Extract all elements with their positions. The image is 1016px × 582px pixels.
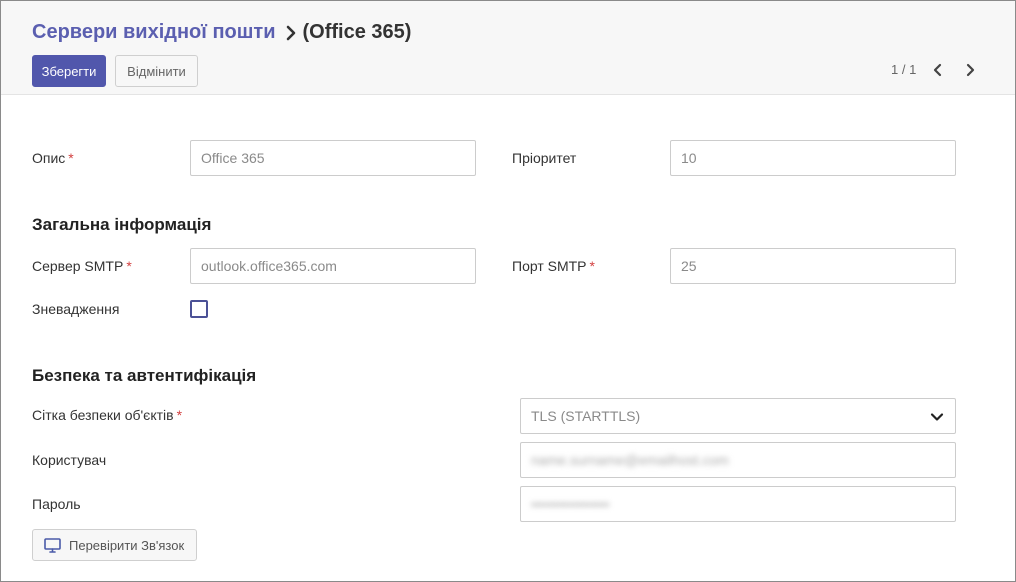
- chevron-down-icon: [930, 413, 944, 421]
- username-value: name.surname@emailhost.com: [531, 452, 729, 468]
- save-button[interactable]: Зберегти: [32, 55, 106, 87]
- username-label: Користувач: [32, 452, 107, 468]
- password-value: ••••••••••••••••: [531, 496, 610, 512]
- debug-label: Зневадження: [32, 301, 120, 317]
- connection-security-label: Сітка безпеки об'єктів *: [32, 407, 183, 423]
- connection-security-value: TLS (STARTTLS): [531, 408, 641, 424]
- required-mark: *: [176, 407, 183, 423]
- breadcrumb: Сервери вихідної пошти (Office 365): [32, 21, 411, 44]
- discard-button[interactable]: Відмінити: [115, 55, 198, 87]
- chevron-right-icon: [966, 63, 975, 77]
- breadcrumb-parent-link[interactable]: Сервери вихідної пошти: [32, 21, 276, 44]
- pager-previous-button[interactable]: [928, 60, 948, 80]
- debug-checkbox[interactable]: [190, 300, 208, 318]
- required-mark: *: [68, 150, 74, 166]
- required-mark: *: [126, 258, 132, 274]
- chevron-left-icon: [933, 63, 942, 77]
- monitor-icon: [44, 537, 61, 553]
- priority-label: Пріоритет: [512, 150, 577, 166]
- connection-security-select[interactable]: TLS (STARTTLS): [520, 398, 956, 434]
- smtp-port-input[interactable]: 25: [670, 248, 956, 284]
- smtp-port-label: Порт SMTP *: [512, 258, 595, 274]
- password-label: Пароль: [32, 496, 81, 512]
- control-panel: Сервери вихідної пошти (Office 365) Збер…: [1, 1, 1015, 95]
- smtp-server-input[interactable]: outlook.office365.com: [190, 248, 476, 284]
- username-input[interactable]: name.surname@emailhost.com: [520, 442, 956, 478]
- required-mark: *: [589, 258, 595, 274]
- pager-next-button[interactable]: [960, 60, 980, 80]
- chevron-right-icon: [286, 25, 295, 40]
- priority-input[interactable]: 10: [670, 140, 956, 176]
- breadcrumb-current: (Office 365): [302, 21, 412, 43]
- form-view: Сервери вихідної пошти (Office 365) Збер…: [0, 0, 1016, 582]
- pager-value[interactable]: 1 / 1: [891, 62, 916, 77]
- security-section-title: Безпека та автентифікація: [32, 366, 257, 385]
- description-input[interactable]: Office 365: [190, 140, 476, 176]
- test-connection-button[interactable]: Перевірити Зв'язок: [32, 529, 197, 561]
- test-connection-label: Перевірити Зв'язок: [69, 537, 185, 553]
- smtp-server-label: Сервер SMTP *: [32, 258, 132, 274]
- general-section-title: Загальна інформація: [32, 215, 212, 234]
- password-input[interactable]: ••••••••••••••••: [520, 486, 956, 522]
- description-label: Опис *: [32, 150, 74, 166]
